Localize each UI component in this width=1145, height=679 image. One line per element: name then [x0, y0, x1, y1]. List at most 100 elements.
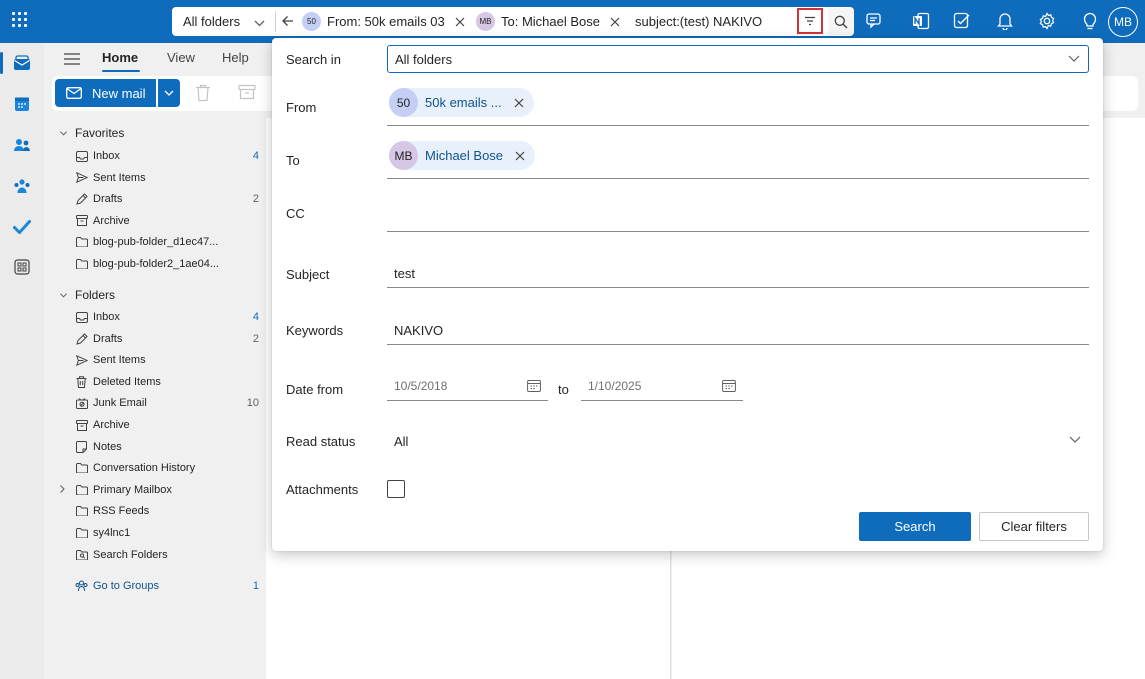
inbox-icon: [75, 311, 88, 324]
search-icon[interactable]: [828, 8, 854, 35]
cc-label: CC: [286, 206, 305, 221]
delete-icon[interactable]: [195, 84, 211, 105]
folder-label: blog-pub-folder2_1ae04...: [93, 258, 219, 270]
attachments-label: Attachments: [286, 482, 359, 497]
archive-icon[interactable]: [238, 84, 256, 103]
tab-help[interactable]: Help: [222, 50, 249, 65]
search-scope-dropdown[interactable]: All folders: [183, 14, 240, 29]
subject-field[interactable]: [387, 287, 1089, 288]
folder-label: Inbox: [93, 311, 120, 323]
search-button[interactable]: Search: [859, 512, 971, 541]
back-arrow-icon[interactable]: [282, 15, 294, 30]
folder-label: Inbox: [93, 150, 120, 162]
avatar: MB: [389, 141, 418, 170]
folder-label: Notes: [93, 440, 122, 453]
favorites-header[interactable]: Favorites: [60, 126, 124, 140]
user-avatar[interactable]: MB: [1108, 7, 1138, 37]
new-mail-dropdown[interactable]: [158, 79, 180, 107]
folder-primary-mailbox[interactable]: Primary Mailbox: [60, 482, 235, 498]
calendar-icon[interactable]: [12, 94, 32, 114]
groups-icon[interactable]: [12, 176, 32, 196]
calendar-icon[interactable]: [722, 379, 736, 395]
folder-sy4lnc1[interactable]: sy4lnc1: [75, 525, 235, 541]
folder-junk-email[interactable]: Junk Email 10: [75, 395, 259, 411]
to-filter-pill[interactable]: MB To: Michael Bose: [476, 11, 620, 32]
favorite-drafts[interactable]: Drafts 2: [75, 191, 259, 207]
mail-icon: [66, 87, 82, 99]
folders-header[interactable]: Folders: [60, 288, 115, 302]
mail-icon[interactable]: [12, 53, 32, 73]
from-filter-pill[interactable]: 50 From: 50k emails 03: [302, 11, 465, 32]
bell-icon[interactable]: [995, 11, 1015, 31]
advanced-search-panel: Search in All folders From 50 50k emails…: [272, 38, 1103, 551]
keywords-input[interactable]: NAKIVO: [394, 323, 443, 338]
folder-drafts[interactable]: Drafts 2: [75, 331, 259, 347]
attachments-checkbox[interactable]: [387, 480, 405, 498]
keywords-field[interactable]: [387, 344, 1089, 345]
folder-icon: [75, 505, 88, 518]
from-field[interactable]: [387, 125, 1089, 126]
to-field[interactable]: [387, 178, 1089, 179]
app-rail: [0, 43, 44, 679]
folder-icon: [75, 258, 88, 271]
chevron-down-icon: [164, 90, 174, 96]
chat-icon[interactable]: [865, 11, 885, 31]
app-launcher-icon[interactable]: [12, 12, 30, 30]
close-icon[interactable]: [455, 17, 465, 27]
search-query-text[interactable]: subject:(test) NAKIVO: [635, 14, 762, 29]
close-icon[interactable]: [610, 17, 620, 27]
avatar: 50: [302, 12, 321, 31]
clear-filters-button[interactable]: Clear filters: [979, 512, 1089, 541]
keywords-label: Keywords: [286, 323, 344, 338]
new-mail-button[interactable]: New mail: [55, 79, 156, 107]
tab-home[interactable]: Home: [102, 50, 138, 65]
subject-input[interactable]: test: [394, 266, 415, 281]
folder-rss-feeds[interactable]: RSS Feeds: [75, 503, 235, 519]
tasks-icon[interactable]: [952, 11, 972, 31]
chevron-down-icon[interactable]: [254, 16, 265, 30]
chevron-down-icon: [60, 130, 67, 136]
favorite-blog-pub-folder2-1ae04[interactable]: blog-pub-folder2_1ae04...: [75, 256, 235, 272]
filter-icon[interactable]: [797, 8, 823, 34]
favorite-inbox[interactable]: Inbox 4: [75, 148, 259, 164]
to-chip[interactable]: MB Michael Bose: [389, 141, 536, 170]
folder-inbox[interactable]: Inbox 4: [75, 309, 259, 325]
favorite-sent-items[interactable]: Sent Items: [75, 170, 235, 186]
chevron-right-icon[interactable]: [60, 484, 65, 493]
folder-archive[interactable]: Archive: [75, 417, 235, 433]
search-in-label: Search in: [286, 52, 341, 67]
folder-label: Conversation History: [93, 462, 196, 475]
close-icon[interactable]: [514, 98, 524, 108]
folder-sent-items[interactable]: Sent Items: [75, 352, 235, 368]
settings-icon[interactable]: [1037, 11, 1057, 31]
read-status-dropdown[interactable]: All: [387, 428, 1089, 454]
close-icon[interactable]: [515, 151, 525, 161]
chevron-down-icon: [1068, 55, 1080, 62]
favorite-blog-pub-folder-d1ec47[interactable]: blog-pub-folder_d1ec47...: [75, 234, 235, 250]
tab-view[interactable]: View: [167, 50, 195, 65]
lightbulb-icon[interactable]: [1080, 11, 1100, 31]
subject-label: Subject: [286, 267, 330, 282]
onenote-icon[interactable]: [911, 11, 931, 31]
apps-icon[interactable]: [12, 257, 32, 277]
people-icon[interactable]: [12, 135, 32, 155]
from-label: From: [286, 100, 317, 115]
folder-conversation-history[interactable]: Conversation History: [75, 460, 235, 476]
search-in-dropdown[interactable]: All folders: [387, 45, 1089, 73]
date-to-input[interactable]: 1/10/2025: [581, 371, 743, 401]
folder-search-folders[interactable]: Search Folders: [75, 547, 235, 563]
go-to-groups-link[interactable]: Go to Groups 1: [75, 578, 259, 594]
new-mail-label: New mail: [92, 85, 146, 101]
cc-field[interactable]: [387, 231, 1089, 232]
from-chip[interactable]: 50 50k emails ...: [389, 88, 534, 117]
folder-notes[interactable]: Notes: [75, 439, 235, 455]
folder-label: Search Folders: [93, 548, 168, 561]
calendar-icon[interactable]: [527, 379, 541, 395]
date-from-input[interactable]: 10/5/2018: [387, 371, 548, 401]
favorite-archive[interactable]: Archive: [75, 213, 235, 229]
divider: [275, 11, 276, 32]
folder-deleted-items[interactable]: Deleted Items: [75, 374, 235, 390]
search-box[interactable]: All folders 50 From: 50k emails 03 MB To…: [172, 7, 854, 36]
todo-icon[interactable]: [12, 217, 32, 237]
menu-icon[interactable]: [64, 53, 80, 68]
